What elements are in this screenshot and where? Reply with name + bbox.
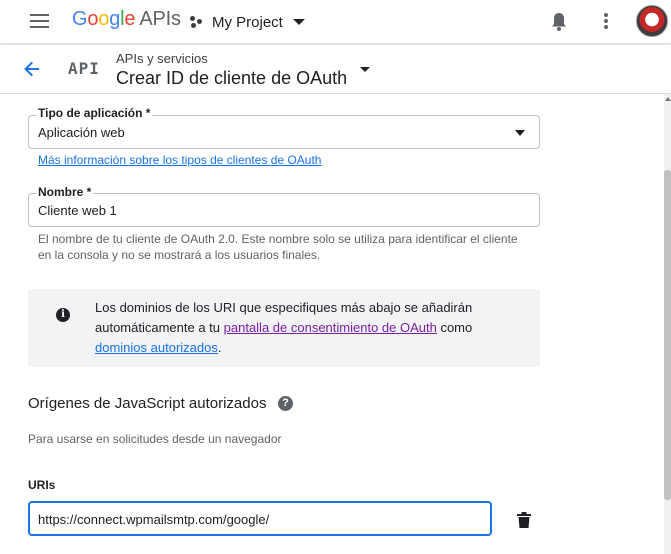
chevron-down-icon [515,130,525,136]
page-title: Crear ID de cliente de OAuth [116,68,348,88]
top-app-bar: Google APIs My Project [0,0,671,44]
client-name-label: Nombre * [36,185,94,199]
info-icon: i [56,308,70,322]
scroll-up-icon[interactable] [665,97,671,101]
uri-value: https://connect.wpmailsmtp.com/google/ [38,512,270,527]
chevron-down-icon [292,19,305,25]
back-arrow-icon[interactable] [22,59,42,79]
google-apis-logo[interactable]: Google APIs [72,8,181,31]
avatar[interactable] [636,5,668,37]
section-description: Para usarse en solicitudes desde un nave… [28,432,282,446]
project-icon [190,15,204,29]
section-title: Orígenes de JavaScript autorizados [28,395,267,412]
chevron-down-icon[interactable] [360,67,370,72]
uris-label: URIs [28,478,56,492]
consent-screen-link[interactable]: pantalla de consentimiento de OAuth [224,320,437,335]
client-name-help: El nombre de tu cliente de OAuth 2.0. Es… [38,232,518,262]
project-selector[interactable]: My Project [190,12,305,32]
help-icon[interactable]: ? [278,396,293,411]
app-type-select[interactable]: Aplicación web [28,115,540,149]
info-banner: i Los dominios de los URI que especifiqu… [28,289,540,367]
uri-input[interactable]: https://connect.wpmailsmtp.com/google/ [28,501,492,536]
scrollbar-thumb[interactable] [664,170,671,500]
bell-icon[interactable] [550,12,568,32]
page-header: API APIs y servicios Crear ID de cliente… [0,45,671,94]
authorized-domains-link[interactable]: dominios autorizados [95,340,218,355]
breadcrumb[interactable]: APIs y servicios [116,51,208,66]
app-type-value: Aplicación web [38,125,125,140]
delete-icon[interactable] [517,512,531,528]
app-type-label: Tipo de aplicación * [36,106,153,120]
api-badge: API [68,59,100,78]
client-name-field[interactable]: Cliente web 1 [28,193,540,227]
client-name-value: Cliente web 1 [38,203,117,218]
client-types-link[interactable]: Más información sobre los tipos de clien… [38,153,321,167]
more-vert-icon[interactable] [603,13,609,31]
project-name: My Project [212,13,283,31]
info-text: Los dominios de los URI que especifiques… [95,300,473,355]
menu-icon[interactable] [30,14,49,28]
